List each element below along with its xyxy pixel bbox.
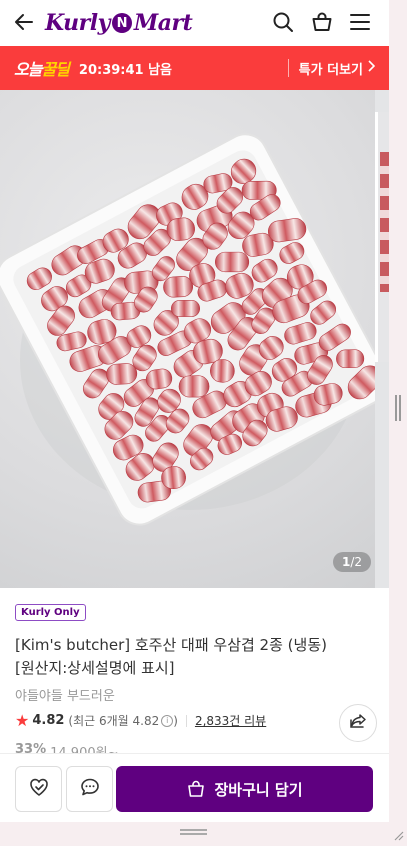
meat-roll <box>215 251 250 273</box>
meat-roll <box>178 375 210 398</box>
rating-recent: (최근 6개월 4.82 <box>68 714 160 728</box>
deal-title-prefix: 오늘 <box>14 60 42 79</box>
product-image-gallery[interactable]: 1/2 <box>0 90 389 588</box>
meat-roll <box>163 276 194 298</box>
chat-bubble-icon <box>79 776 101 802</box>
add-to-cart-label: 장바구니 담기 <box>214 780 303 799</box>
meat-roll <box>171 300 201 317</box>
product-subtitle: 야들야들 부드러운 <box>15 689 115 704</box>
review-count-link[interactable]: 2,833건 리뷰 <box>195 712 266 729</box>
meat-roll <box>210 359 235 383</box>
info-icon[interactable]: i <box>161 714 174 727</box>
top-header: Kurly N Mart <box>0 0 389 46</box>
inquiry-button[interactable] <box>66 766 113 812</box>
rating-row: ★ 4.82 (최근 6개월 4.82 i ) 2,833건 리뷰 <box>15 711 266 730</box>
logo-n-mark: N <box>111 13 132 33</box>
search-icon[interactable] <box>271 10 295 34</box>
bottom-resize-handle[interactable] <box>180 829 207 835</box>
rating-score: 4.82 <box>32 713 65 728</box>
gallery-total-pages: 2 <box>354 555 362 569</box>
logo-text-left: Kurly <box>45 10 110 36</box>
add-to-cart-button[interactable]: 장바구니 담기 <box>116 766 373 812</box>
deal-title: 오늘꿀딜 <box>14 56 70 80</box>
logo-text-right: Mart <box>133 10 193 36</box>
share-button[interactable] <box>339 704 377 742</box>
kurly-only-badge: Kurly Only <box>15 604 86 621</box>
next-photo-peek[interactable] <box>375 112 389 362</box>
meat-roll <box>106 363 138 385</box>
heart-icon <box>28 776 50 802</box>
product-title: [Kim's butcher] 호주산 대패 우삼겹 2종 (냉동) [원산지:… <box>15 636 327 677</box>
todays-deal-banner[interactable]: 오늘꿀딜 20:39:41 남음 특가 더보기 <box>0 46 389 90</box>
chevron-right-icon <box>367 60 376 76</box>
share-icon <box>349 712 367 734</box>
product-photo <box>0 90 389 588</box>
bottom-action-bar: 장바구니 담기 <box>0 753 389 822</box>
kurly-n-mart-logo[interactable]: Kurly N Mart <box>45 6 193 40</box>
deal-title-highlight: 꿀딜 <box>41 60 69 79</box>
meat-roll <box>336 349 365 369</box>
basket-icon[interactable] <box>310 10 334 34</box>
scrollbar-handle[interactable] <box>395 395 401 421</box>
rating-recent-close: ) <box>173 713 178 728</box>
wishlist-button[interactable] <box>15 766 62 812</box>
menu-icon[interactable] <box>348 10 372 34</box>
more-deals-label: 특가 더보기 <box>298 62 363 78</box>
app-window: Kurly N Mart 오늘꿀딜 20:39:41 남음 특가 더보기 1/2… <box>0 0 389 822</box>
gallery-page-indicator: 1/2 <box>332 552 371 572</box>
resize-corner-icon[interactable] <box>392 826 404 841</box>
divider <box>185 714 187 727</box>
star-icon: ★ <box>15 711 30 730</box>
back-arrow-icon[interactable] <box>12 10 36 34</box>
shopping-bag-icon <box>186 779 214 799</box>
deal-countdown-timer: 20:39:41 남음 <box>78 62 173 78</box>
more-deals-link[interactable]: 특가 더보기 <box>287 59 376 78</box>
next-photo-thumb <box>380 152 389 292</box>
